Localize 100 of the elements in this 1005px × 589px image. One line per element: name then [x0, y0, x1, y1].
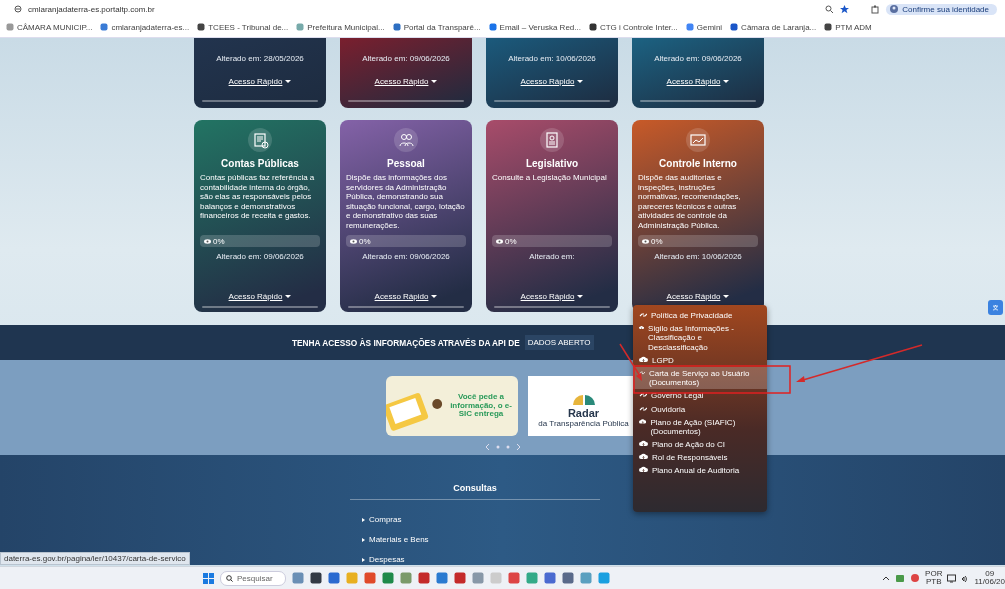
updated-date: Alterado em: 10/06/2026 [508, 54, 596, 63]
card-title: Legislativo [525, 158, 579, 169]
api-banner-text: TENHA ACESSO ÀS INFORMAÇÕES ATRAVÉS DA API DE [292, 337, 520, 348]
views-count: 0% [213, 236, 225, 246]
annotation-arrow [619, 343, 642, 381]
eye-icon [496, 238, 503, 244]
menu-item[interactable]: Carta de Serviço ao Usuário (Documentos) [633, 366, 767, 390]
site-icon [685, 23, 694, 31]
quick-access-link[interactable]: Acesso Rápido [520, 77, 584, 86]
app-icon[interactable] [328, 572, 340, 584]
site-icon [588, 23, 597, 31]
menu-item[interactable]: Rol de Responsáveis [633, 451, 767, 465]
bullet-icon [362, 537, 365, 542]
cloud-download-icon [639, 417, 647, 425]
menu-item[interactable]: Plano de Ação do CI [633, 438, 767, 452]
carousel-dot-icon[interactable] [505, 445, 510, 449]
site-info-icon[interactable] [14, 5, 22, 13]
menu-item[interactable]: LGPD [633, 353, 767, 367]
zoom-icon[interactable] [825, 4, 835, 14]
open-data-button[interactable]: DADOS ABERTO [524, 335, 594, 350]
address-bar-url[interactable]: cmlaranjadaterra-es.portaltp.com.br [28, 4, 820, 14]
previous-icon[interactable] [485, 444, 490, 450]
carousel-dot-icon[interactable] [495, 445, 500, 449]
footer-link[interactable]: Compras [362, 515, 1005, 524]
caret-icon [431, 80, 438, 83]
quick-access-link[interactable]: Acesso Rápido [666, 77, 730, 86]
quick-access-link[interactable]: Acesso Rápido [374, 292, 438, 301]
bookmark[interactable]: Câmara de Laranja... [730, 22, 817, 32]
bookmark[interactable]: Email – Veruska Red... [488, 22, 581, 32]
taskbar-search-field[interactable]: Pesquisar [220, 570, 286, 586]
eye-icon [204, 238, 211, 244]
translate-button[interactable] [988, 300, 1003, 315]
site-icon [824, 23, 833, 31]
site-icon [100, 23, 109, 31]
cloud-download-icon [639, 466, 648, 474]
windows-start-icon[interactable] [203, 572, 214, 584]
views-count: 0% [651, 236, 663, 246]
caret-icon [723, 295, 730, 298]
status-url: daterra-es.gov.br/pagina/ler/10437/carta-de-servico [0, 552, 190, 565]
bookmark[interactable]: PTM ADM [824, 22, 872, 32]
star-icon[interactable] [840, 4, 850, 14]
caret-icon [723, 80, 730, 83]
bookmark[interactable]: Prefeitura Municipal... [296, 22, 385, 32]
caret-icon [577, 295, 584, 298]
eye-icon [642, 238, 649, 244]
profile-button[interactable]: Confirme sua identidade [886, 3, 997, 15]
monitor-icon[interactable] [947, 573, 957, 583]
radar-title: Radar [567, 407, 600, 419]
bookmark[interactable]: TCEES - Tribunal de... [197, 22, 289, 32]
menu-item[interactable]: Plano Anual de Auditoria [633, 464, 767, 478]
card-description: Dispõe das auditorias e inspeções, instruções normativas, recomendações, pareceres técnicos e outras atividades de controle da Administração Pública. [638, 173, 742, 231]
speaker-icon[interactable] [961, 573, 970, 583]
app-icon[interactable] [454, 572, 466, 584]
bullet-icon [362, 557, 365, 562]
link-icon [639, 404, 647, 412]
tray-app-icon[interactable] [910, 573, 921, 583]
card-title: Pessoal [387, 158, 425, 169]
updated-date: Alterado em: 09/06/2026 [362, 54, 450, 63]
app-icon[interactable] [562, 572, 574, 584]
app-icon[interactable] [310, 572, 322, 584]
quick-access-link[interactable]: Acesso Rápido [228, 77, 292, 86]
caret-icon [431, 295, 438, 298]
menu-item[interactable]: Sigilo das Informações - Classificação e Desclassificação [633, 322, 767, 354]
quick-access-link[interactable]: Acesso Rápido [374, 77, 438, 86]
link-icon [639, 311, 647, 318]
bookmark[interactable]: CTG i Controle Inter... [588, 22, 678, 32]
tray-app-icon[interactable] [895, 573, 906, 583]
chevron-up-icon[interactable] [882, 575, 891, 581]
app-icon[interactable] [544, 572, 556, 584]
search-icon [226, 574, 233, 582]
site-icon [730, 23, 739, 31]
cloud-download-icon [639, 355, 648, 363]
cloud-download-icon [639, 453, 648, 461]
bookmark[interactable]: Gemini [685, 22, 723, 32]
keyboard-language[interactable]: POR PTB [925, 569, 943, 587]
bookmark[interactable]: Portal da Transparê... [392, 22, 481, 32]
footer-link[interactable]: Despesas [362, 555, 1005, 564]
footer-heading: Consultas [350, 483, 600, 500]
caret-icon [285, 80, 292, 83]
caret-icon [285, 295, 292, 298]
site-icon [392, 23, 401, 31]
quick-access-link[interactable]: Acesso Rápido [520, 292, 584, 301]
site-icon [197, 23, 206, 31]
site-icon [488, 23, 497, 31]
menu-item[interactable]: Política de Privacidade [633, 309, 767, 323]
views-count: 0% [359, 236, 371, 246]
bullet-icon [362, 517, 365, 522]
bookmark[interactable]: cmlaranjadaterra-es... [100, 22, 190, 32]
bookmark[interactable]: CÂMARA MUNICIP... [6, 22, 93, 32]
quick-access-link[interactable]: Acesso Rápido [228, 292, 292, 301]
footer-link[interactable]: Materiais e Bens [362, 535, 1005, 544]
card-description: Contas públicas faz referência a contabilidade interna do órgão, são elas as responsáveis pelos balanços e demonstrativos financeiros de receita e gastos. [200, 173, 316, 223]
updated-date: Alterado em: 28/05/2026 [216, 54, 304, 63]
quick-access-link[interactable]: Acesso Rápido [666, 292, 730, 301]
eye-icon [350, 238, 357, 244]
updated-date: Alterado em: 10/06/2026 [654, 252, 742, 261]
extension-icon[interactable] [871, 4, 881, 14]
next-icon[interactable] [515, 444, 520, 450]
app-icon[interactable] [418, 572, 430, 584]
clock[interactable]: 09 11/06/20 [974, 569, 1005, 587]
